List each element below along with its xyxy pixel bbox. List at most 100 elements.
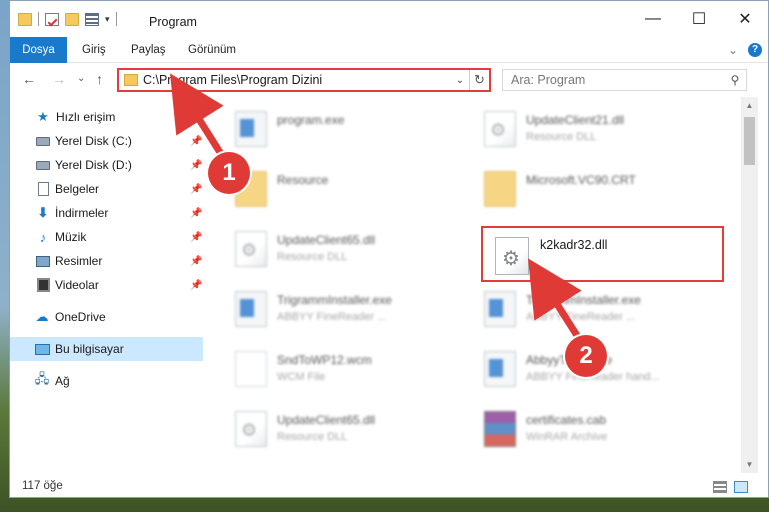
search-placeholder[interactable]: Ara: Program bbox=[511, 73, 724, 87]
exe-icon bbox=[484, 291, 516, 327]
maximize-button[interactable]: ☐ bbox=[676, 1, 722, 37]
search-box[interactable]: Ara: Program ⚲ bbox=[502, 69, 747, 91]
vertical-scrollbar[interactable]: ▲ ▼ bbox=[741, 97, 758, 473]
file-name: Microsoft.VC90.CRT bbox=[526, 173, 636, 187]
sidebar-item-label: Ağ bbox=[55, 374, 70, 388]
scroll-down-icon[interactable]: ▼ bbox=[741, 456, 758, 473]
dll-icon bbox=[235, 411, 267, 447]
sidebar-item-label: Yerel Disk (D:) bbox=[55, 158, 132, 172]
explorer-window: ▾ Program — ☐ ✕ Dosya Giriş Paylaş Görün… bbox=[9, 0, 769, 498]
archive-icon bbox=[484, 411, 516, 447]
sidebar-item-quick-access[interactable]: ★ Hızlı erişim bbox=[10, 105, 206, 129]
address-row: ← → ⌄ ↑ C:\Program Files\Program Dizini … bbox=[10, 63, 768, 97]
pin-icon[interactable]: 📌 bbox=[190, 208, 202, 219]
close-button[interactable]: ✕ bbox=[722, 1, 768, 37]
details-view-icon[interactable] bbox=[713, 481, 727, 493]
large-icons-view-icon[interactable] bbox=[734, 481, 748, 493]
scroll-thumb[interactable] bbox=[744, 117, 755, 165]
tab-share[interactable]: Paylaş bbox=[131, 37, 166, 63]
minimize-button[interactable]: — bbox=[630, 1, 676, 37]
recent-locations-button[interactable]: ⌄ bbox=[77, 73, 85, 84]
sidebar-item-label: Yerel Disk (C:) bbox=[55, 134, 132, 148]
sidebar-item-onedrive[interactable]: ☁ OneDrive bbox=[10, 305, 206, 329]
sidebar-item-music[interactable]: ♪ Müzik 📌 bbox=[10, 225, 206, 249]
sidebar-item-label: İndirmeler bbox=[55, 206, 109, 220]
file-type: Resource DLL bbox=[277, 431, 348, 443]
star-icon: ★ bbox=[37, 109, 49, 124]
file-name: UpdateClient65.dll bbox=[277, 413, 376, 427]
tab-home[interactable]: Giriş bbox=[82, 37, 106, 63]
sidebar-item-pictures[interactable]: Resimler 📌 bbox=[10, 249, 206, 273]
search-icon[interactable]: ⚲ bbox=[724, 73, 746, 87]
file-name: UpdateClient21.dll bbox=[526, 113, 625, 127]
file-name: TrigrammInstaller.exe bbox=[277, 293, 392, 307]
sidebar-item-disk-d[interactable]: Yerel Disk (D:) 📌 bbox=[10, 153, 206, 177]
file-item[interactable]: UpdateClient65.dll Resource DLL bbox=[215, 221, 450, 277]
sidebar-item-label: Resimler bbox=[55, 254, 103, 268]
folder-icon bbox=[124, 74, 138, 86]
drive-icon bbox=[35, 157, 51, 173]
computer-icon bbox=[34, 341, 50, 357]
pin-icon[interactable]: 📌 bbox=[190, 184, 202, 195]
exe-icon bbox=[235, 111, 267, 147]
folder-item[interactable]: Microsoft.VC90.CRT bbox=[464, 161, 699, 217]
file-item[interactable]: UpdateClient65.dll Resource DLL bbox=[215, 401, 450, 457]
file-item[interactable]: TrigrammInstaller.exe ABBYY FineReader .… bbox=[215, 281, 450, 337]
quick-access-toolbar: ▾ bbox=[18, 12, 117, 26]
exe-icon bbox=[235, 291, 267, 327]
pin-icon[interactable]: 📌 bbox=[190, 280, 202, 291]
file-item[interactable]: UpdateClient21.dll Resource DLL bbox=[464, 101, 699, 157]
file-item[interactable]: TrigrammInstaller.exe ABBYY FineReader .… bbox=[464, 281, 699, 337]
address-bar[interactable]: C:\Program Files\Program Dizini ⌄ ↻ bbox=[117, 68, 491, 92]
pin-icon[interactable]: 📌 bbox=[190, 232, 202, 243]
file-name: SndToWP12.wcm bbox=[277, 353, 372, 367]
music-icon: ♪ bbox=[39, 229, 47, 245]
tab-view[interactable]: Görünüm bbox=[188, 37, 236, 63]
dll-icon bbox=[235, 231, 267, 267]
customize-dropdown-icon[interactable]: ▾ bbox=[105, 14, 110, 25]
back-button[interactable]: ← bbox=[22, 71, 36, 87]
new-folder-icon[interactable] bbox=[65, 12, 79, 26]
properties-icon[interactable] bbox=[45, 12, 59, 26]
forward-button[interactable]: → bbox=[52, 71, 66, 87]
file-item[interactable]: program.exe bbox=[215, 101, 450, 157]
sidebar-item-disk-c[interactable]: Yerel Disk (C:) 📌 bbox=[10, 129, 206, 153]
file-item[interactable]: certificates.cab WinRAR Archive bbox=[464, 401, 699, 457]
tab-file[interactable]: Dosya bbox=[10, 37, 67, 63]
up-button[interactable]: ↑ bbox=[96, 71, 103, 87]
highlighted-file-item[interactable]: k2kadr32.dll bbox=[481, 226, 724, 282]
address-dropdown-icon[interactable]: ⌄ bbox=[451, 75, 469, 86]
address-path[interactable]: C:\Program Files\Program Dizini bbox=[143, 73, 451, 87]
folder-icon bbox=[484, 171, 516, 207]
sidebar-item-network[interactable]: 🖧 Ağ bbox=[10, 369, 206, 393]
drive-icon bbox=[35, 133, 51, 149]
documents-icon bbox=[35, 181, 51, 197]
file-name: program.exe bbox=[277, 113, 345, 127]
cloud-icon: ☁ bbox=[35, 309, 49, 324]
customize-icon[interactable] bbox=[85, 12, 99, 26]
item-count: 117 öğe bbox=[22, 480, 63, 492]
file-name: k2kadr32.dll bbox=[540, 238, 608, 252]
sidebar-item-label: OneDrive bbox=[55, 310, 106, 324]
pin-icon[interactable]: 📌 bbox=[190, 136, 202, 147]
folder-item[interactable]: Resource bbox=[215, 161, 450, 217]
pin-icon[interactable]: 📌 bbox=[190, 256, 202, 267]
sidebar-item-this-pc[interactable]: Bu bilgisayar bbox=[10, 337, 203, 361]
document-icon bbox=[235, 351, 267, 387]
sidebar-item-videos[interactable]: Videolar 📌 bbox=[10, 273, 206, 297]
sidebar-item-documents[interactable]: Belgeler 📌 bbox=[10, 177, 206, 201]
help-icon[interactable]: ? bbox=[748, 43, 762, 57]
folder-icon bbox=[18, 12, 32, 26]
sidebar-item-label: Bu bilgisayar bbox=[55, 342, 124, 356]
title-bar: ▾ Program — ☐ ✕ bbox=[10, 1, 768, 37]
file-item[interactable]: SndToWP12.wcm WCM File bbox=[215, 341, 450, 397]
expand-ribbon-icon[interactable]: ⌄ bbox=[728, 43, 738, 57]
refresh-icon[interactable]: ↻ bbox=[469, 70, 489, 90]
toolbar-separator bbox=[115, 12, 117, 26]
sidebar-item-downloads[interactable]: ⬇ İndirmeler 📌 bbox=[10, 201, 206, 225]
scroll-up-icon[interactable]: ▲ bbox=[741, 97, 758, 114]
pin-icon[interactable]: 📌 bbox=[190, 160, 202, 171]
file-name: certificates.cab bbox=[526, 413, 607, 427]
downloads-icon: ⬇ bbox=[37, 205, 49, 220]
dll-icon bbox=[495, 237, 529, 275]
